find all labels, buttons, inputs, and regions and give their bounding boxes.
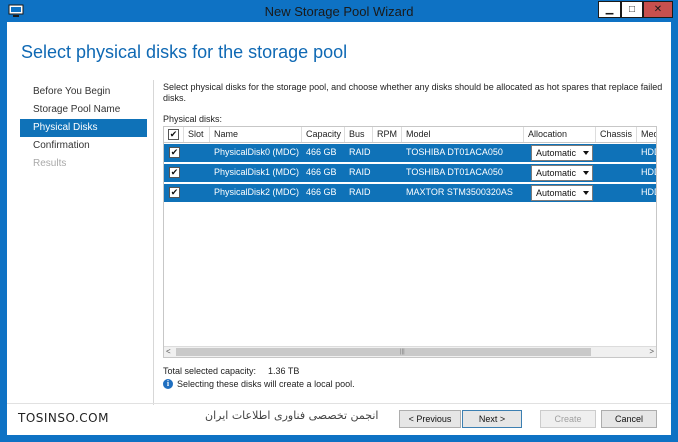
allocation-dropdown[interactable]: Automatic bbox=[531, 185, 593, 201]
column-header-media[interactable]: Med bbox=[637, 127, 656, 142]
grid-header: ✔ Slot Name Capacity Bus RPM Model Alloc… bbox=[164, 127, 656, 143]
cell-media: HDD bbox=[641, 167, 656, 177]
cell-rpm bbox=[373, 164, 402, 182]
close-button[interactable]: ✕ bbox=[643, 1, 673, 18]
cell-capacity: 466 GB bbox=[306, 147, 337, 157]
wizard-window: New Storage Pool Wizard ▁ □ ✕ Select phy… bbox=[0, 0, 678, 442]
header-select-all[interactable]: ✔ bbox=[164, 127, 184, 142]
info-icon: i bbox=[163, 379, 173, 389]
cell-capacity: 466 GB bbox=[306, 187, 337, 197]
footer-divider bbox=[7, 403, 671, 404]
allocation-value: Automatic bbox=[536, 188, 577, 198]
total-capacity-value: 1.36 TB bbox=[268, 366, 300, 376]
column-header-capacity[interactable]: Capacity bbox=[302, 127, 345, 142]
cell-bus: RAID bbox=[349, 167, 371, 177]
scroll-right-arrow[interactable]: > bbox=[649, 347, 654, 357]
maximize-button[interactable]: □ bbox=[621, 1, 643, 18]
create-button: Create bbox=[540, 410, 596, 428]
column-header-bus[interactable]: Bus bbox=[345, 127, 373, 142]
window-title: New Storage Pool Wizard bbox=[264, 4, 414, 19]
table-row[interactable]: ✔ PhysicalDisk0 (MDC) 466 GB RAID TOSHIB… bbox=[164, 144, 656, 162]
allocation-dropdown[interactable]: Automatic bbox=[531, 165, 593, 181]
column-header-name[interactable]: Name bbox=[210, 127, 302, 142]
cell-name: PhysicalDisk0 (MDC) bbox=[214, 147, 300, 157]
nav-item-storage-pool-name[interactable]: Storage Pool Name bbox=[20, 101, 147, 119]
column-header-allocation[interactable]: Allocation bbox=[524, 127, 596, 142]
cell-chassis bbox=[596, 144, 637, 162]
nav-divider bbox=[153, 80, 154, 405]
allocation-value: Automatic bbox=[536, 168, 577, 178]
previous-button[interactable]: < Previous bbox=[399, 410, 461, 428]
column-header-model[interactable]: Model bbox=[402, 127, 524, 142]
wizard-client-area: Select physical disks for the storage po… bbox=[7, 22, 671, 435]
physical-disks-grid: ✔ Slot Name Capacity Bus RPM Model Alloc… bbox=[163, 126, 657, 358]
nav-item-confirmation[interactable]: Confirmation bbox=[20, 137, 147, 155]
cell-capacity: 466 GB bbox=[306, 167, 337, 177]
cell-model: TOSHIBA DT01ACA050 bbox=[406, 147, 503, 157]
watermark-tagline: انجمن تخصصی فناوری اطلاعات ایران bbox=[205, 409, 379, 422]
row-checkbox[interactable]: ✔ bbox=[169, 167, 180, 178]
table-row[interactable]: ✔ PhysicalDisk1 (MDC) 466 GB RAID TOSHIB… bbox=[164, 164, 656, 182]
row-checkbox[interactable]: ✔ bbox=[169, 187, 180, 198]
nav-item-results: Results bbox=[33, 158, 67, 169]
cell-model: MAXTOR STM3500320AS bbox=[406, 187, 513, 197]
chevron-down-icon bbox=[583, 191, 589, 195]
cell-rpm bbox=[373, 184, 402, 202]
info-message: Selecting these disks will create a loca… bbox=[177, 379, 355, 389]
wizard-nav: Before You Begin Storage Pool Name Physi… bbox=[20, 83, 147, 173]
column-header-chassis[interactable]: Chassis bbox=[596, 127, 637, 142]
page-description: Select physical disks for the storage po… bbox=[163, 82, 663, 103]
cell-bus: RAID bbox=[349, 187, 371, 197]
page-title: Select physical disks for the storage po… bbox=[21, 42, 348, 62]
next-button[interactable]: Next > bbox=[462, 410, 522, 428]
title-bar[interactable]: New Storage Pool Wizard ▁ □ ✕ bbox=[0, 0, 678, 22]
cancel-button[interactable]: Cancel bbox=[601, 410, 657, 428]
row-checkbox[interactable]: ✔ bbox=[169, 147, 180, 158]
scroll-left-arrow[interactable]: < bbox=[166, 347, 171, 357]
cell-slot bbox=[184, 164, 210, 182]
cell-name: PhysicalDisk2 (MDC) bbox=[214, 187, 300, 197]
chevron-down-icon bbox=[583, 151, 589, 155]
cell-slot bbox=[184, 144, 210, 162]
minimize-button[interactable]: ▁ bbox=[598, 1, 621, 18]
cell-chassis bbox=[596, 164, 637, 182]
cell-media: HDD bbox=[641, 187, 656, 197]
physical-disks-label: Physical disks: bbox=[163, 114, 223, 124]
cell-name: PhysicalDisk1 (MDC) bbox=[214, 167, 300, 177]
chevron-down-icon bbox=[583, 171, 589, 175]
cell-model: TOSHIBA DT01ACA050 bbox=[406, 167, 503, 177]
allocation-dropdown[interactable]: Automatic bbox=[531, 145, 593, 161]
cell-media: HDD bbox=[641, 147, 656, 157]
nav-item-before-you-begin[interactable]: Before You Begin bbox=[20, 83, 147, 101]
table-row[interactable]: ✔ PhysicalDisk2 (MDC) 466 GB RAID MAXTOR… bbox=[164, 184, 656, 202]
cell-rpm bbox=[373, 144, 402, 162]
horizontal-scrollbar[interactable]: < ||| > bbox=[164, 346, 656, 357]
column-header-slot[interactable]: Slot bbox=[184, 127, 210, 142]
cell-bus: RAID bbox=[349, 147, 371, 157]
allocation-value: Automatic bbox=[536, 148, 577, 158]
watermark-site: TOSINSO.COM bbox=[18, 411, 109, 425]
select-all-checkbox[interactable]: ✔ bbox=[168, 129, 179, 140]
total-capacity-label: Total selected capacity: bbox=[163, 366, 257, 376]
scrollbar-grip-icon: ||| bbox=[400, 349, 405, 355]
cell-chassis bbox=[596, 184, 637, 202]
column-header-rpm[interactable]: RPM bbox=[373, 127, 402, 142]
nav-item-physical-disks[interactable]: Physical Disks bbox=[20, 119, 147, 137]
cell-slot bbox=[184, 184, 210, 202]
scrollbar-thumb[interactable]: ||| bbox=[176, 348, 591, 356]
